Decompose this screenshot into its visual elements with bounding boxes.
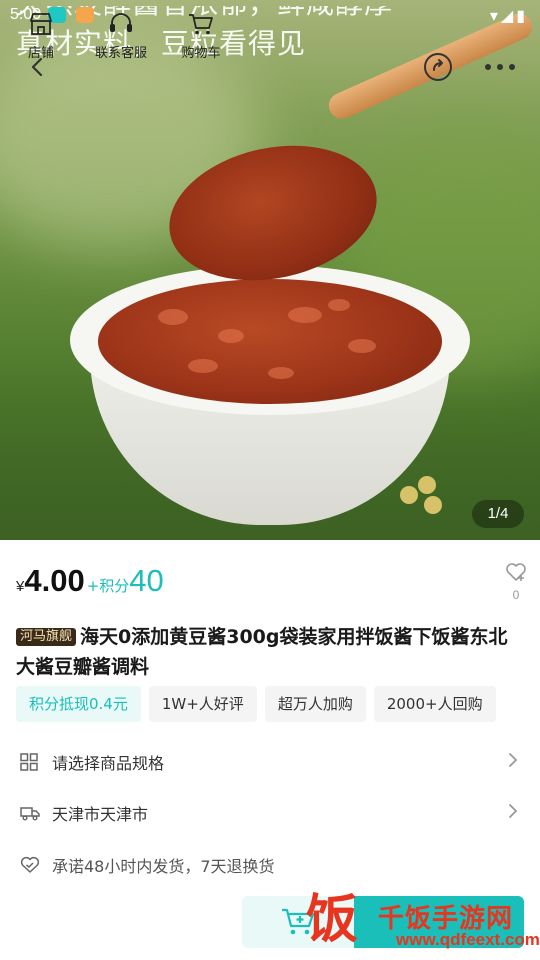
system-status-icons: ▾◢▮ — [489, 6, 528, 25]
heart-check-icon — [20, 856, 50, 874]
cart-add-icon — [282, 908, 315, 935]
currency-symbol: ¥ — [16, 578, 25, 595]
truck-icon — [20, 805, 50, 821]
spec-selector-label: 请选择商品规格 — [52, 754, 165, 773]
points-value: 40 — [129, 563, 164, 598]
store-button[interactable]: 店铺 — [6, 12, 76, 61]
spec-selector-row[interactable]: 请选择商品规格 — [0, 737, 540, 787]
store-label: 店铺 — [27, 46, 54, 61]
share-icon — [424, 53, 452, 81]
more-icon — [485, 64, 515, 70]
product-title: 河马旗舰 海天0添加黄豆酱300g袋装家用拌饭酱下饭酱东北大酱豆瓣酱调料 — [16, 622, 521, 682]
share-button[interactable] — [416, 45, 460, 89]
customer-service-label: 联系客服 — [94, 46, 147, 61]
cart-label: 购物车 — [181, 46, 221, 61]
product-image-carousel[interactable]: 天然发酵酱香浓郁，鲜咸醇厚 真材实料，豆粒看得见 5:00 ▾◢▮ — [0, 0, 540, 540]
tag-repurchase: 2000+人回购 — [373, 686, 496, 722]
store-icon — [30, 13, 52, 35]
favorite-count: 0 — [512, 588, 520, 602]
more-button[interactable] — [478, 45, 522, 89]
tag-added-to-cart: 超万人加购 — [264, 686, 366, 722]
grid-icon — [20, 753, 50, 771]
favorite-button[interactable]: 0 — [498, 562, 534, 602]
tag-points-cash: 积分抵现0.4元 — [16, 686, 141, 722]
soybeans-illustration — [400, 476, 460, 520]
tag-good-reviews: 1W+人好评 — [148, 686, 257, 722]
price-row: ¥ 4.00 +积分 40 — [16, 563, 164, 607]
heart-icon — [506, 563, 526, 581]
buy-now-button[interactable] — [354, 896, 524, 948]
image-counter: 1/4 — [472, 500, 524, 528]
cart-icon — [189, 14, 213, 35]
headset-icon — [110, 13, 132, 32]
product-title-text: 海天0添加黄豆酱300g袋装家用拌饭酱下饭酱东北大酱豆瓣酱调料 — [16, 626, 508, 678]
delivery-address: 天津市天津市 — [52, 805, 149, 824]
points-label: +积分 — [86, 577, 130, 595]
tag-list: 积分抵现0.4元 1W+人好评 超万人加购 2000+人回购 — [16, 686, 496, 722]
cart-button[interactable]: 购物车 — [166, 12, 236, 61]
chevron-right-icon — [508, 752, 518, 772]
price: 4.00 — [24, 563, 85, 598]
delivery-address-row[interactable]: 天津市天津市 — [0, 788, 540, 838]
service-promise-row: 承诺48小时内发货，7天退换货 — [0, 840, 540, 890]
store-badge: 河马旗舰 — [16, 628, 77, 646]
service-promise-text: 承诺48小时内发货，7天退换货 — [52, 857, 275, 876]
add-to-cart-button[interactable] — [242, 896, 354, 948]
status-bar: 5:00 ▾◢▮ — [0, 0, 540, 30]
customer-service-button[interactable]: 联系客服 — [86, 12, 156, 61]
chevron-right-icon — [508, 803, 518, 823]
